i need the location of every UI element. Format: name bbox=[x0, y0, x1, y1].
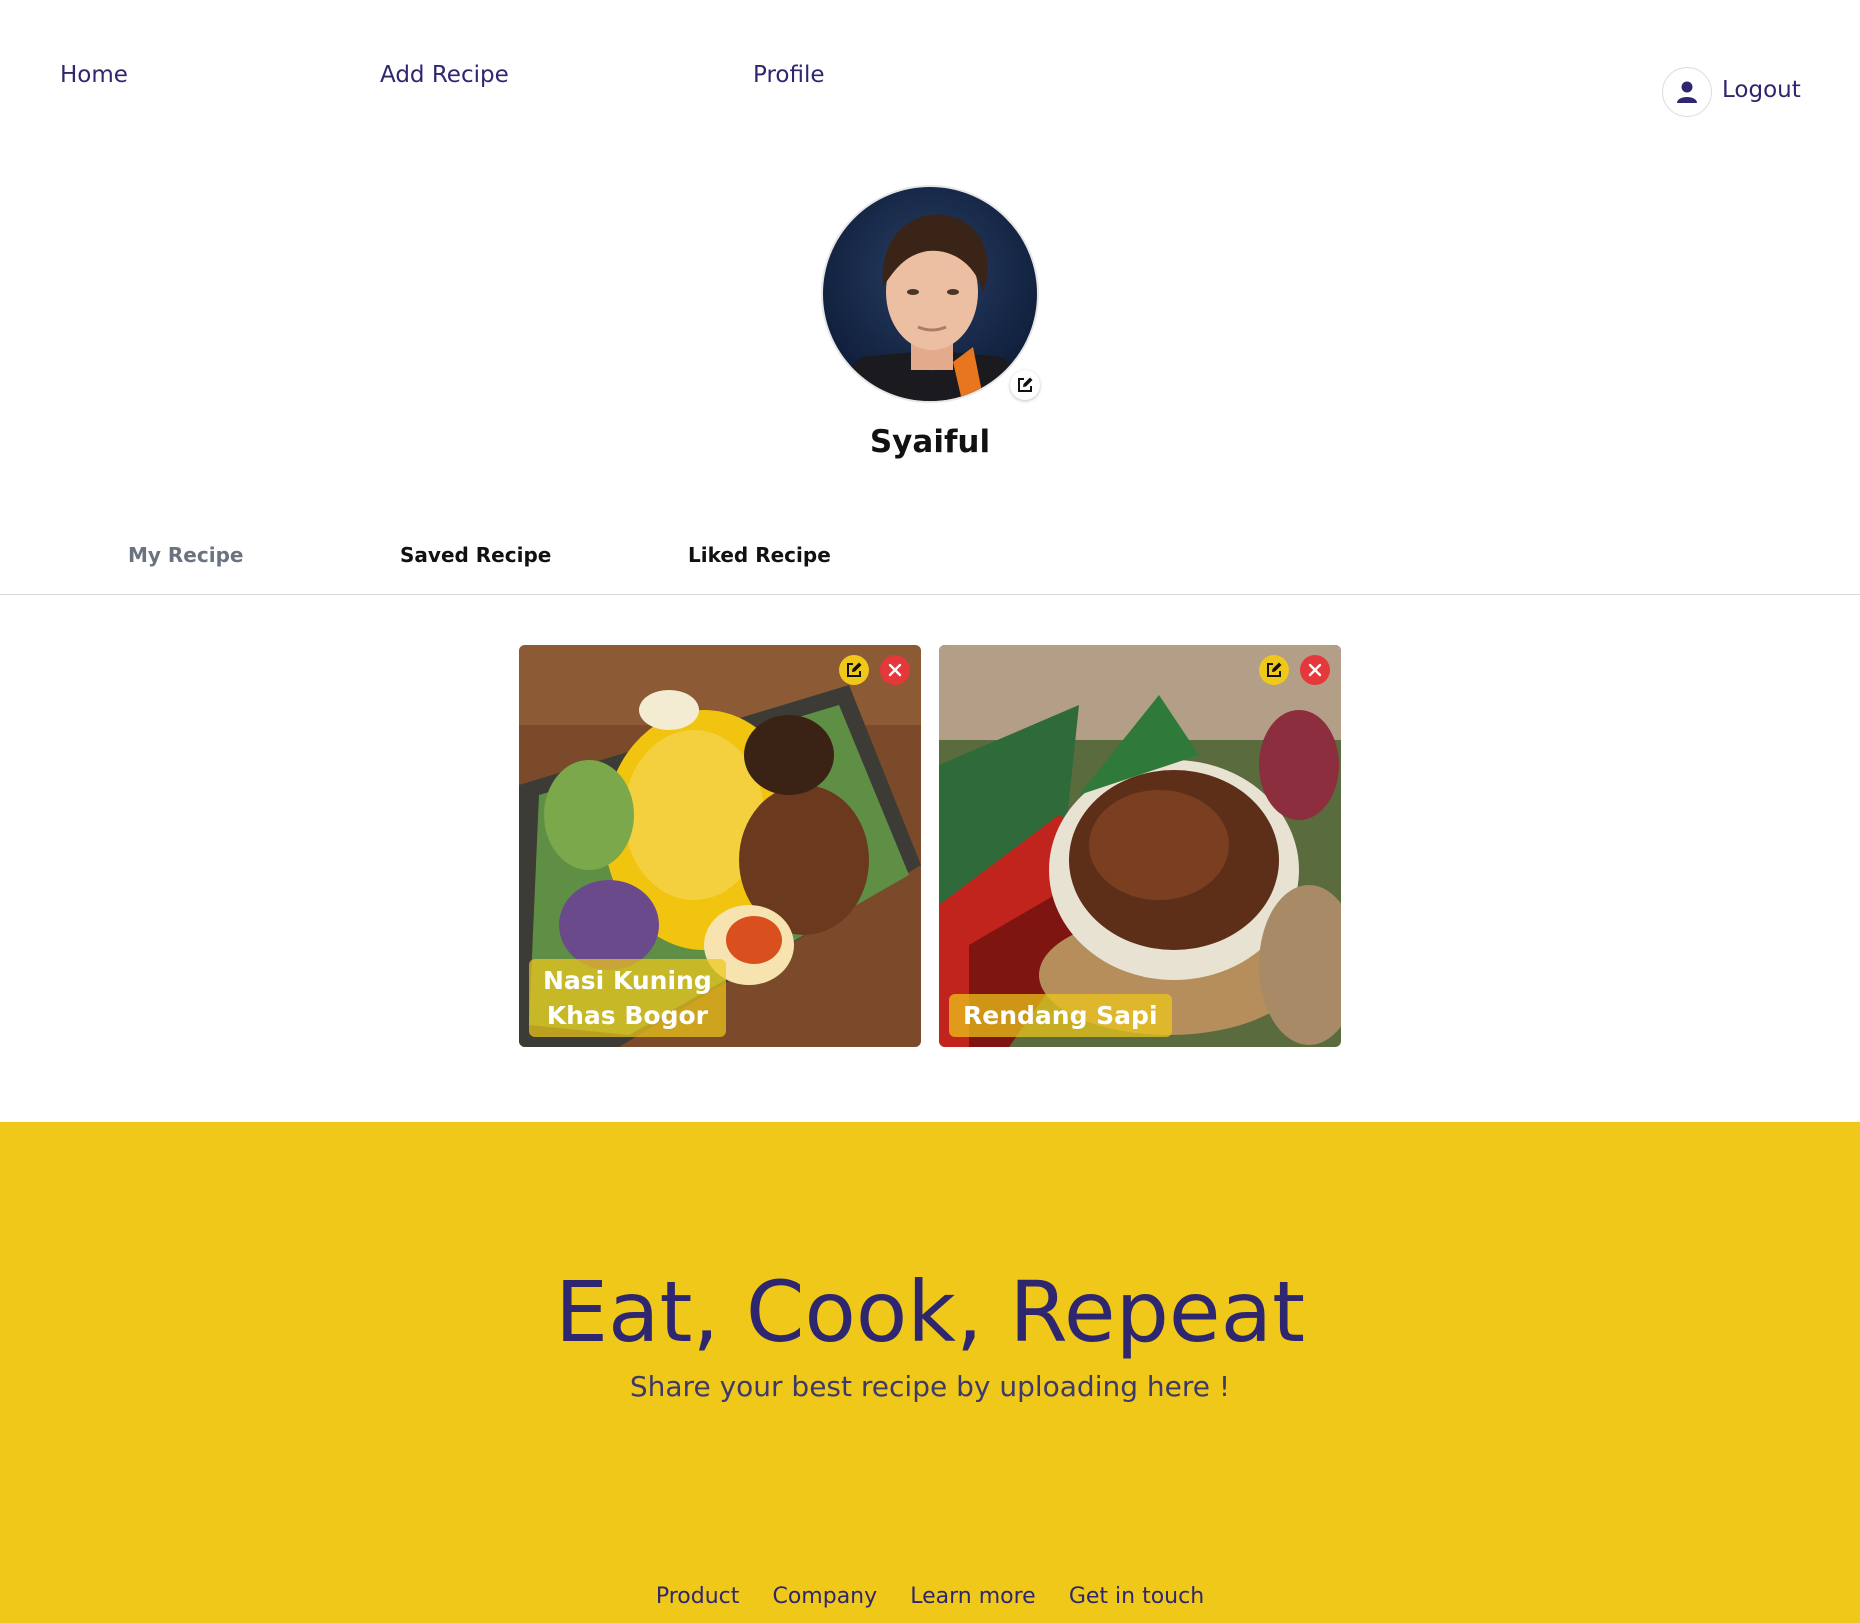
close-icon bbox=[888, 663, 902, 677]
footer-link-product[interactable]: Product bbox=[656, 1584, 740, 1609]
delete-recipe-button[interactable] bbox=[880, 655, 910, 685]
top-nav: Home Add Recipe Profile Logout bbox=[0, 0, 1860, 160]
tab-saved-recipe[interactable]: Saved Recipe bbox=[400, 543, 551, 567]
recipe-image bbox=[939, 645, 1341, 1047]
edit-icon bbox=[1267, 662, 1282, 677]
delete-recipe-button[interactable] bbox=[1300, 655, 1330, 685]
footer-link-company[interactable]: Company bbox=[772, 1584, 877, 1609]
edit-recipe-button[interactable] bbox=[839, 655, 869, 685]
edit-profile-photo-button[interactable] bbox=[1010, 370, 1040, 400]
recipe-title: Rendang Sapi bbox=[949, 994, 1172, 1037]
footer-link-get-in-touch[interactable]: Get in touch bbox=[1069, 1584, 1204, 1609]
close-icon bbox=[1308, 663, 1322, 677]
recipe-title: Nasi Kuning Khas Bogor bbox=[529, 959, 726, 1037]
recipe-card[interactable]: Rendang Sapi bbox=[939, 645, 1341, 1047]
profile-username: Syaiful bbox=[869, 424, 991, 460]
footer-subtitle: Share your best recipe by uploading here… bbox=[629, 1370, 1231, 1403]
edit-icon bbox=[1018, 377, 1033, 392]
recipe-title-line: Nasi Kuning bbox=[543, 966, 712, 995]
recipe-title-line: Khas Bogor bbox=[546, 1001, 708, 1030]
tab-my-recipe[interactable]: My Recipe bbox=[128, 543, 243, 567]
profile-tabs: My Recipe Saved Recipe Liked Recipe bbox=[0, 540, 1860, 595]
tab-liked-recipe[interactable]: Liked Recipe bbox=[688, 543, 831, 567]
footer: Eat, Cook, Repeat Share your best recipe… bbox=[0, 1122, 1860, 1623]
profile-avatar bbox=[821, 185, 1039, 403]
nav-add-recipe-link[interactable]: Add Recipe bbox=[380, 62, 509, 88]
user-icon[interactable] bbox=[1662, 67, 1712, 117]
edit-icon bbox=[847, 662, 862, 677]
footer-title: Eat, Cook, Repeat bbox=[554, 1263, 1306, 1361]
edit-recipe-button[interactable] bbox=[1259, 655, 1289, 685]
logout-link[interactable]: Logout bbox=[1722, 77, 1801, 103]
nav-profile-link[interactable]: Profile bbox=[753, 62, 825, 88]
footer-links: Product Company Learn more Get in touch bbox=[0, 1584, 1860, 1609]
recipe-title-line: Rendang Sapi bbox=[963, 1001, 1158, 1030]
recipe-card[interactable]: Nasi Kuning Khas Bogor bbox=[519, 645, 921, 1047]
nav-home-link[interactable]: Home bbox=[60, 62, 128, 88]
footer-link-learn-more[interactable]: Learn more bbox=[910, 1584, 1035, 1609]
